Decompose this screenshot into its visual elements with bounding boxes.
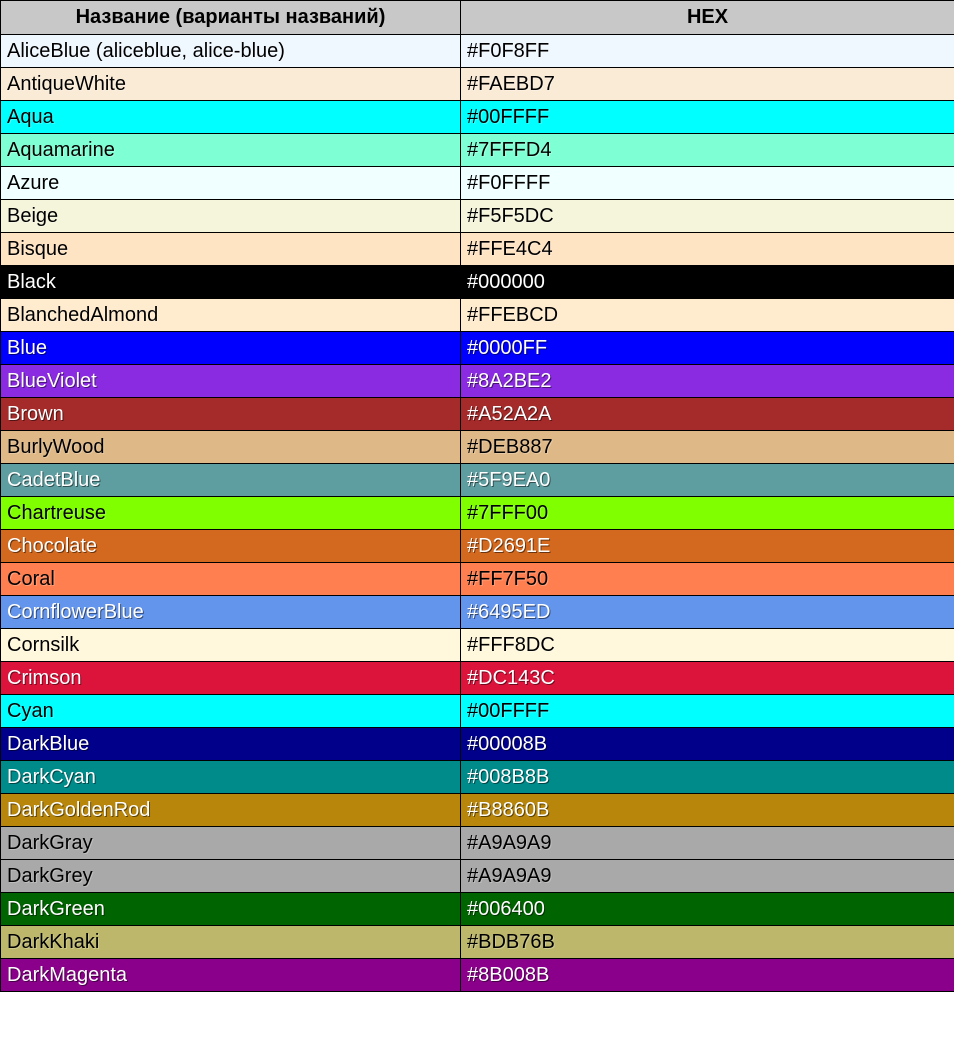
color-hex-cell: #006400 [461, 893, 954, 926]
color-name-cell: Beige [1, 200, 461, 233]
table-row: DarkGray#A9A9A9 [1, 827, 954, 860]
table-row: DarkCyan#008B8B [1, 761, 954, 794]
color-name-cell: Brown [1, 398, 461, 431]
color-hex-cell: #00FFFF [461, 695, 954, 728]
color-name-cell: Chocolate [1, 530, 461, 563]
table-row: CornflowerBlue#6495ED [1, 596, 954, 629]
color-hex-cell: #5F9EA0 [461, 464, 954, 497]
color-name-cell: DarkGoldenRod [1, 794, 461, 827]
color-name-cell: Chartreuse [1, 497, 461, 530]
color-hex-cell: #F0F8FF [461, 35, 954, 68]
table-row: Coral#FF7F50 [1, 563, 954, 596]
color-name-cell: AliceBlue (aliceblue, alice-blue) [1, 35, 461, 68]
color-name-cell: Black [1, 266, 461, 299]
table-row: DarkBlue#00008B [1, 728, 954, 761]
table-row: Aquamarine#7FFFD4 [1, 134, 954, 167]
color-hex-cell: #6495ED [461, 596, 954, 629]
color-hex-cell: #D2691E [461, 530, 954, 563]
color-hex-cell: #F0FFFF [461, 167, 954, 200]
table-row: AliceBlue (aliceblue, alice-blue)#F0F8FF [1, 35, 954, 68]
color-hex-cell: #A9A9A9 [461, 860, 954, 893]
color-hex-cell: #A9A9A9 [461, 827, 954, 860]
table-row: CadetBlue#5F9EA0 [1, 464, 954, 497]
table-row: Chartreuse#7FFF00 [1, 497, 954, 530]
table-row: Blue#0000FF [1, 332, 954, 365]
color-hex-cell: #8B008B [461, 959, 954, 992]
table-row: Cornsilk#FFF8DC [1, 629, 954, 662]
color-hex-cell: #00FFFF [461, 101, 954, 134]
color-name-cell: DarkGrey [1, 860, 461, 893]
table-row: Beige#F5F5DC [1, 200, 954, 233]
color-name-cell: DarkCyan [1, 761, 461, 794]
color-name-cell: DarkGray [1, 827, 461, 860]
color-hex-cell: #0000FF [461, 332, 954, 365]
header-name: Название (варианты названий) [1, 1, 461, 35]
table-row: Black#000000 [1, 266, 954, 299]
table-row: Brown#A52A2A [1, 398, 954, 431]
table-row: AntiqueWhite#FAEBD7 [1, 68, 954, 101]
color-name-cell: Blue [1, 332, 461, 365]
color-name-cell: CornflowerBlue [1, 596, 461, 629]
table-row: BurlyWood#DEB887 [1, 431, 954, 464]
color-name-cell: DarkKhaki [1, 926, 461, 959]
color-name-cell: BlueViolet [1, 365, 461, 398]
table-body: AliceBlue (aliceblue, alice-blue)#F0F8FF… [1, 35, 954, 992]
color-name-cell: DarkGreen [1, 893, 461, 926]
color-name-cell: Bisque [1, 233, 461, 266]
color-hex-cell: #008B8B [461, 761, 954, 794]
table-row: BlueViolet#8A2BE2 [1, 365, 954, 398]
color-name-cell: DarkMagenta [1, 959, 461, 992]
table-row: Bisque#FFE4C4 [1, 233, 954, 266]
header-hex: HEX [461, 1, 954, 35]
color-hex-cell: #8A2BE2 [461, 365, 954, 398]
color-name-cell: Aqua [1, 101, 461, 134]
color-name-cell: Azure [1, 167, 461, 200]
color-name-cell: Cyan [1, 695, 461, 728]
table-row: Chocolate#D2691E [1, 530, 954, 563]
color-table: Название (варианты названий) HEX AliceBl… [0, 0, 954, 992]
color-hex-cell: #FFE4C4 [461, 233, 954, 266]
table-row: BlanchedAlmond#FFEBCD [1, 299, 954, 332]
color-hex-cell: #F5F5DC [461, 200, 954, 233]
table-row: Crimson#DC143C [1, 662, 954, 695]
table-header-row: Название (варианты названий) HEX [1, 1, 954, 35]
color-hex-cell: #DEB887 [461, 431, 954, 464]
color-name-cell: BlanchedAlmond [1, 299, 461, 332]
color-hex-cell: #A52A2A [461, 398, 954, 431]
color-name-cell: Crimson [1, 662, 461, 695]
color-hex-cell: #FFF8DC [461, 629, 954, 662]
table-row: DarkGreen#006400 [1, 893, 954, 926]
color-hex-cell: #7FFF00 [461, 497, 954, 530]
table-row: Cyan#00FFFF [1, 695, 954, 728]
color-name-cell: AntiqueWhite [1, 68, 461, 101]
color-name-cell: Cornsilk [1, 629, 461, 662]
color-hex-cell: #7FFFD4 [461, 134, 954, 167]
color-hex-cell: #BDB76B [461, 926, 954, 959]
table-row: DarkKhaki#BDB76B [1, 926, 954, 959]
color-hex-cell: #000000 [461, 266, 954, 299]
color-hex-cell: #DC143C [461, 662, 954, 695]
table-row: DarkGoldenRod#B8860B [1, 794, 954, 827]
table-row: Aqua#00FFFF [1, 101, 954, 134]
color-hex-cell: #FFEBCD [461, 299, 954, 332]
color-name-cell: BurlyWood [1, 431, 461, 464]
color-name-cell: CadetBlue [1, 464, 461, 497]
color-hex-cell: #B8860B [461, 794, 954, 827]
color-name-cell: DarkBlue [1, 728, 461, 761]
table-row: Azure#F0FFFF [1, 167, 954, 200]
color-hex-cell: #FF7F50 [461, 563, 954, 596]
color-name-cell: Aquamarine [1, 134, 461, 167]
color-hex-cell: #FAEBD7 [461, 68, 954, 101]
color-hex-cell: #00008B [461, 728, 954, 761]
table-row: DarkMagenta#8B008B [1, 959, 954, 992]
table-row: DarkGrey#A9A9A9 [1, 860, 954, 893]
color-name-cell: Coral [1, 563, 461, 596]
